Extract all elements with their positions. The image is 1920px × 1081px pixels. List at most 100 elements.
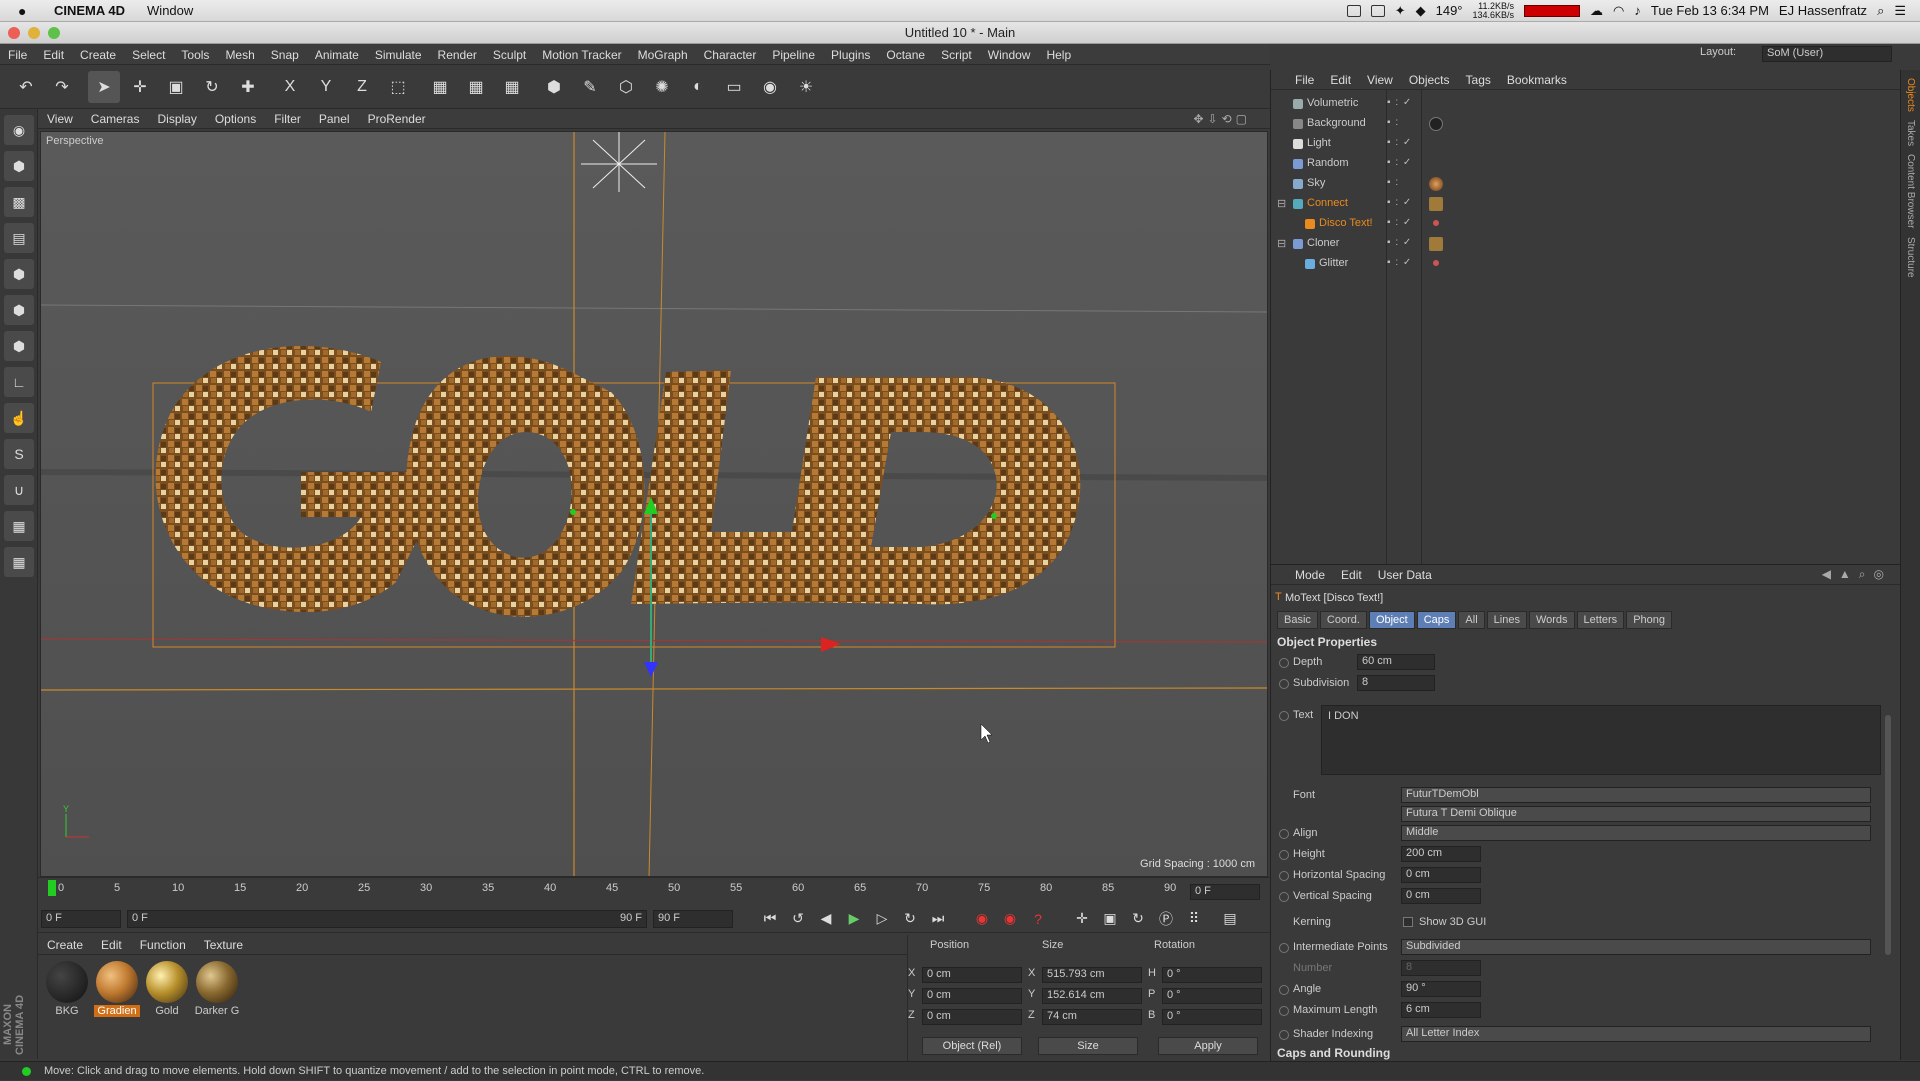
attribute-scrollbar[interactable] (1885, 715, 1891, 955)
menu-simulate[interactable]: Simulate (367, 48, 430, 62)
object-row-glitter[interactable]: Glitter ▪ : ✓ (1271, 254, 1901, 274)
model-mode-icon[interactable]: ⬢ (4, 151, 34, 181)
tab-phong[interactable]: Phong (1626, 611, 1672, 629)
cloner-icon[interactable]: ✺ (646, 71, 678, 103)
light-bulb-icon[interactable]: ☀ (790, 71, 822, 103)
mat-menu-texture[interactable]: Texture (195, 938, 252, 952)
previous-frame-icon[interactable]: ◀ (815, 908, 837, 930)
keyframe-selection-icon[interactable]: ? (1027, 908, 1049, 930)
object-row-random[interactable]: Random ▪ : ✓ (1271, 154, 1901, 174)
viewport-nav-icons[interactable]: ✥⇩⟲▢ (1184, 112, 1260, 126)
tab-words[interactable]: Words (1528, 611, 1575, 629)
layout-select[interactable]: SoM (User) (1762, 46, 1892, 62)
tray-icon[interactable] (1346, 4, 1361, 17)
visibility-toggle[interactable]: ▪ : (1387, 117, 1399, 128)
tray-icon[interactable] (1370, 4, 1385, 17)
vspace-field[interactable]: 0 cm (1401, 888, 1481, 904)
key-position-icon[interactable]: ✛ (1071, 908, 1093, 930)
workplane-icon[interactable]: ▤ (4, 223, 34, 253)
tag-icon[interactable] (1433, 260, 1439, 266)
obj-menu-objects[interactable]: Objects (1401, 73, 1458, 87)
tag-icon[interactable] (1429, 237, 1443, 251)
go-to-end-icon[interactable]: ⏭ (927, 908, 949, 930)
visibility-toggle[interactable]: ▪ : (1387, 177, 1399, 188)
rotation-p-field[interactable]: 0 ° (1162, 988, 1262, 1004)
snap-icon[interactable]: S (4, 439, 34, 469)
range-slider[interactable]: 0 F 90 F (127, 909, 647, 928)
coord-mode-select[interactable]: Object (Rel) (922, 1037, 1022, 1055)
undo-icon[interactable]: ↶ (10, 71, 42, 103)
object-row-volumetric[interactable]: Volumetric ▪ : ✓ (1271, 94, 1901, 114)
redo-icon[interactable]: ↷ (46, 71, 78, 103)
material-tag-icon[interactable] (1429, 177, 1443, 191)
clock[interactable]: Tue Feb 13 6:34 PM (1651, 3, 1769, 18)
collapse-icon[interactable]: ⊟ (1277, 237, 1286, 250)
visibility-toggle[interactable]: ▪ : ✓ (1387, 197, 1412, 208)
select-tool-icon[interactable]: ➤ (88, 70, 120, 103)
animate-toggle[interactable] (1279, 658, 1289, 668)
mat-menu-create[interactable]: Create (38, 938, 92, 952)
side-tab-structure[interactable]: Structure (1905, 237, 1916, 278)
tab-basic[interactable]: Basic (1277, 611, 1318, 629)
font-style-select[interactable]: Futura T Demi Oblique (1401, 806, 1871, 822)
animate-toggle[interactable] (1279, 871, 1289, 881)
side-tab-takes[interactable]: Takes (1905, 120, 1916, 146)
next-key-icon[interactable]: ↻ (899, 908, 921, 930)
tab-caps[interactable]: Caps (1416, 611, 1457, 629)
side-tab-objects[interactable]: Objects (1905, 78, 1916, 112)
material-tag-icon[interactable] (1429, 117, 1443, 131)
render-picture-viewer-icon[interactable]: ▦ (460, 71, 492, 103)
wifi-icon[interactable]: ◠ (1613, 3, 1624, 19)
render-view-icon[interactable]: ▦ (424, 71, 456, 103)
menu-tools[interactable]: Tools (173, 48, 217, 62)
edges-mode-icon[interactable]: ⬢ (4, 295, 34, 325)
obj-menu-edit[interactable]: Edit (1322, 73, 1359, 87)
obj-menu-file[interactable]: File (1287, 73, 1322, 87)
angle-field[interactable]: 90 ° (1401, 981, 1481, 997)
tab-lines[interactable]: Lines (1486, 611, 1527, 629)
rotate-tool-icon[interactable]: ↻ (196, 71, 228, 103)
visibility-toggle[interactable]: ▪ : ✓ (1387, 137, 1412, 148)
menu-window[interactable]: Window (980, 48, 1039, 62)
visibility-toggle[interactable]: ▪ : ✓ (1387, 157, 1412, 168)
end-frame-field[interactable]: 90 F (653, 909, 733, 928)
side-tab-content-browser[interactable]: Content Browser (1905, 154, 1916, 228)
spotlight-icon[interactable]: ⌕ (1877, 3, 1884, 19)
animate-toggle[interactable] (1279, 711, 1289, 721)
visibility-toggle[interactable]: ▪ : ✓ (1387, 97, 1412, 108)
menu-edit[interactable]: Edit (35, 48, 72, 62)
menu-animate[interactable]: Animate (307, 48, 367, 62)
make-editable-icon[interactable]: ◉ (4, 115, 34, 145)
volume-icon[interactable]: ♪ (1634, 3, 1641, 18)
coordinate-system-icon[interactable]: ⬚ (382, 71, 414, 103)
size-z-field[interactable]: 74 cm (1042, 1009, 1142, 1025)
menu-help[interactable]: Help (1038, 48, 1079, 62)
height-field[interactable]: 200 cm (1401, 846, 1481, 862)
current-frame-field[interactable]: 0 F (1190, 884, 1260, 900)
menu-render[interactable]: Render (430, 48, 485, 62)
obj-menu-bookmarks[interactable]: Bookmarks (1499, 73, 1575, 87)
mat-menu-edit[interactable]: Edit (92, 938, 131, 952)
font-name-select[interactable]: FuturTDemObl (1401, 787, 1871, 803)
key-scale-icon[interactable]: ▣ (1099, 908, 1121, 930)
next-frame-icon[interactable]: ▷ (871, 908, 893, 930)
magnet-icon[interactable]: ∪ (4, 475, 34, 505)
cpu-meter-icon[interactable] (1524, 4, 1581, 17)
move-tool-icon[interactable]: ✛ (124, 71, 156, 103)
menu-list-icon[interactable]: ☰ (1894, 3, 1906, 19)
size-x-field[interactable]: 515.793 cm (1042, 967, 1142, 983)
material-swatch[interactable]: Darker G (194, 961, 240, 1017)
polygons-mode-icon[interactable]: ⬢ (4, 331, 34, 361)
depth-field[interactable]: 60 cm (1357, 654, 1435, 670)
minimize-window-icon[interactable] (28, 27, 40, 39)
tab-coord[interactable]: Coord. (1319, 611, 1367, 629)
cloud-icon[interactable]: ☁ (1590, 3, 1603, 19)
workplane-grid-icon[interactable]: ▦ (4, 547, 34, 577)
apply-button[interactable]: Apply (1158, 1037, 1258, 1055)
attr-menu-user-data[interactable]: User Data (1370, 568, 1440, 582)
rotation-b-field[interactable]: 0 ° (1162, 1009, 1262, 1025)
viewport-menu-panel[interactable]: Panel (310, 112, 359, 126)
tag-icon[interactable] (1429, 197, 1443, 211)
start-frame-field[interactable]: 0 F (41, 909, 121, 928)
points-mode-icon[interactable]: ⬢ (4, 259, 34, 289)
